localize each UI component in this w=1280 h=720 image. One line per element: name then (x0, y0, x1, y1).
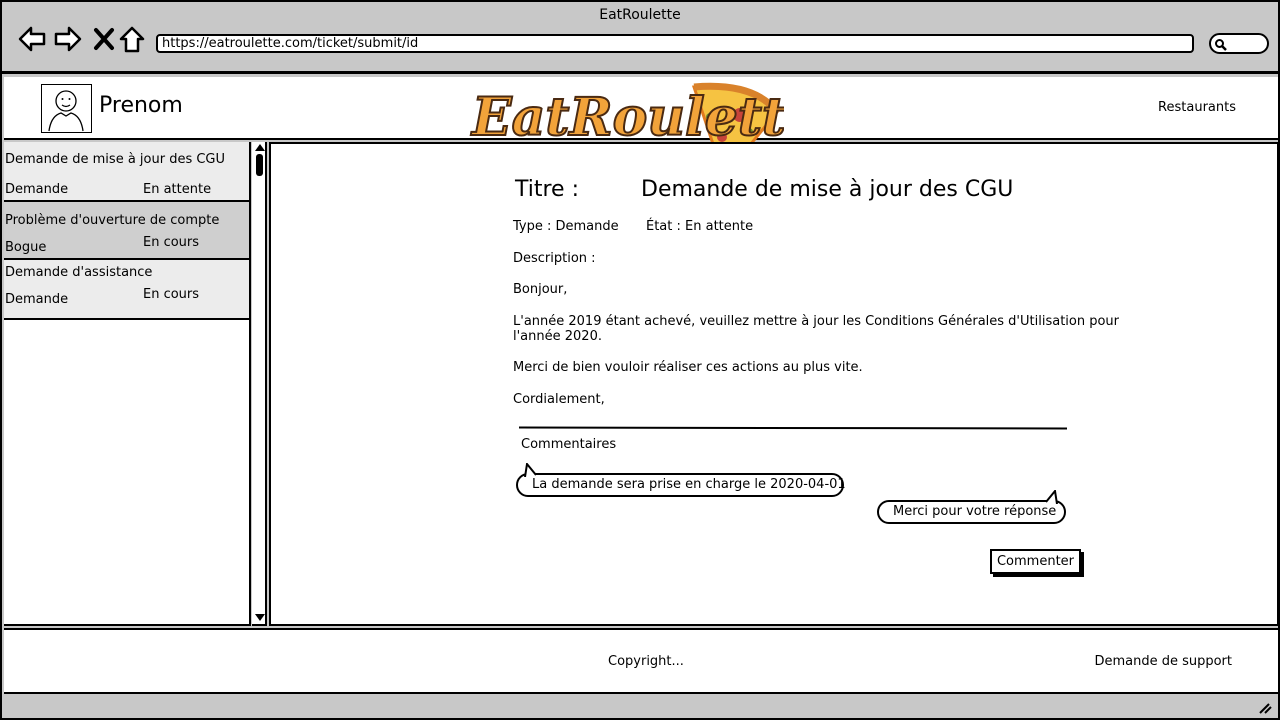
ticket-title-value: Demande de mise à jour des CGU (641, 177, 1014, 202)
description-line: l'année 2020. (513, 329, 602, 344)
back-icon[interactable] (17, 24, 47, 54)
description-greeting: Bonjour, (513, 282, 568, 297)
ticket-title: Demande de mise à jour des CGU (5, 152, 226, 167)
resize-grip-icon[interactable] (1258, 702, 1272, 714)
support-link[interactable]: Demande de support (1094, 654, 1232, 669)
ticket-list: Demande de mise à jour des CGU Demande E… (4, 142, 251, 626)
ticket-type: Demande (5, 182, 69, 197)
description-label: Description : (513, 251, 596, 266)
description-line: L'année 2019 étant achevé, veuillez mett… (513, 314, 1120, 329)
ticket-title-label: Titre : (515, 177, 580, 202)
ticket-type: Bogue (5, 240, 47, 255)
search-icon (1215, 39, 1227, 51)
comment-bubble: Merci pour votre réponse (877, 490, 1066, 524)
comments-label: Commentaires (521, 437, 617, 452)
section-divider (518, 426, 1068, 430)
logo-text: EatRoulette (470, 87, 784, 148)
ticket-state: En cours (143, 235, 200, 250)
window-title: EatRoulette (599, 7, 681, 23)
user-avatar-icon (48, 90, 84, 132)
ticket-type: Demande (5, 292, 69, 307)
url-bar[interactable]: https://eatroulette.com/ticket/submit/id (156, 34, 1194, 53)
ticket-detail: Titre : Demande de mise à jour des CGU T… (269, 142, 1279, 626)
nav-link-restaurants[interactable]: Restaurants (1158, 100, 1236, 115)
sidebar-scrollbar[interactable] (252, 142, 267, 626)
ticket-list-item[interactable]: Demande d'assistance Demande En cours (4, 260, 249, 320)
scroll-down-icon[interactable] (255, 614, 265, 621)
browser-search-field[interactable] (1209, 33, 1269, 54)
site-header: Prenom EatRoulette Restaurants (4, 77, 1278, 181)
ticket-type-line: Type : Demande (513, 219, 619, 234)
speech-tail-icon (524, 463, 537, 477)
comment-text: Merci pour votre réponse (893, 504, 1057, 519)
ticket-state: En attente (143, 182, 212, 197)
site-footer: Copyright... Demande de support (4, 628, 1278, 694)
description-closing: Cordialement, (513, 392, 605, 407)
comment-button[interactable]: Commenter (990, 549, 1081, 574)
status-bar (2, 694, 1278, 718)
comment-bubble: La demande sera prise en charge le 2020-… (516, 463, 846, 497)
speech-tail-icon (1045, 490, 1058, 504)
ticket-title: Problème d'ouverture de compte (5, 213, 220, 228)
username: Prenom (99, 93, 183, 118)
copyright-text: Copyright... (608, 654, 684, 669)
forward-icon[interactable] (53, 24, 83, 54)
description-line: Merci de bien vouloir réaliser ces actio… (513, 360, 863, 375)
ticket-list-item[interactable]: Problème d'ouverture de compte Bogue En … (4, 202, 249, 260)
ticket-title: Demande d'assistance (5, 265, 153, 280)
ticket-state-line: État : En attente (646, 219, 754, 234)
ticket-state: En cours (143, 287, 200, 302)
home-icon[interactable] (117, 24, 147, 54)
ticket-list-item[interactable]: Demande de mise à jour des CGU Demande E… (4, 142, 249, 202)
comment-text: La demande sera prise en charge le 2020-… (532, 477, 846, 492)
browser-chrome: EatRoulette https://eatroulette.com/tick… (2, 2, 1278, 74)
close-icon[interactable] (90, 24, 120, 54)
scroll-thumb[interactable] (256, 154, 263, 176)
browser-window: EatRoulette https://eatroulette.com/tick… (0, 0, 1280, 720)
scroll-up-icon[interactable] (255, 144, 265, 151)
avatar[interactable] (41, 84, 92, 133)
